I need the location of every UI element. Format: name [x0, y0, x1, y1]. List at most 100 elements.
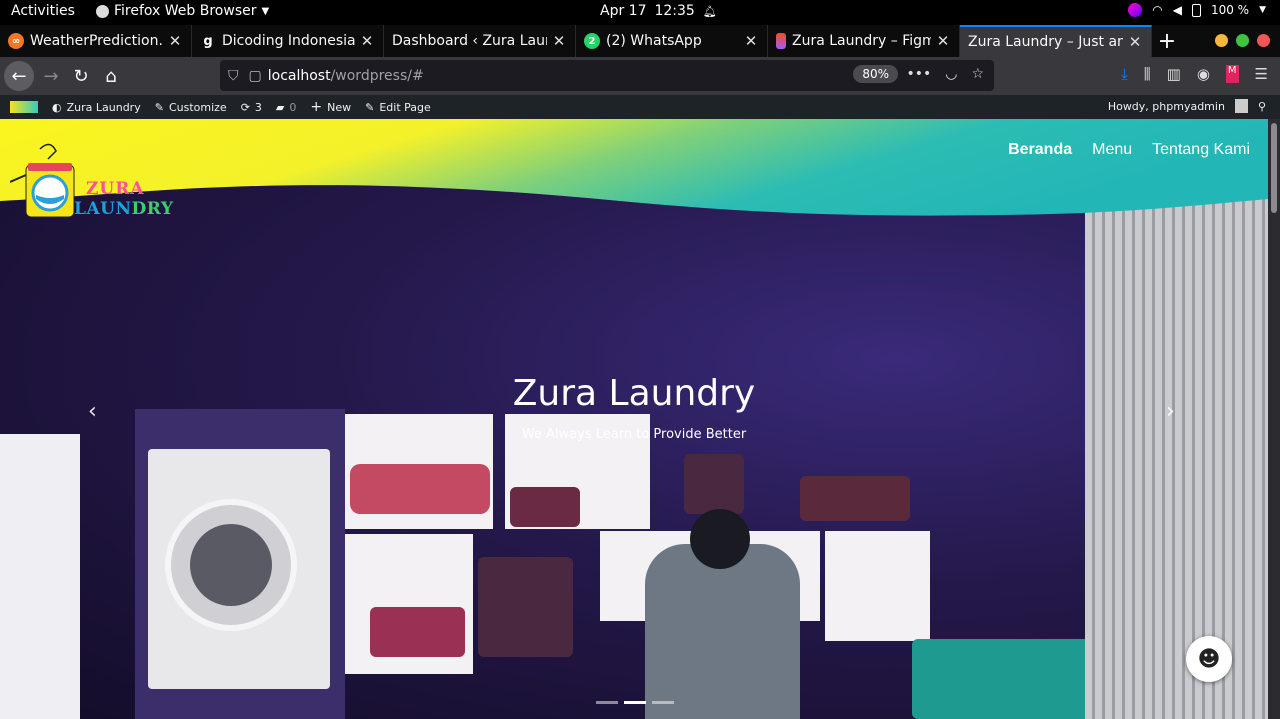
nav-menu[interactable]: Menu: [1092, 141, 1132, 159]
url-bar[interactable]: ⛉ ▢ localhost/wordpress/# 80% ••• ◡ ☆: [220, 60, 994, 91]
library-icon[interactable]: ⫼: [1144, 65, 1151, 83]
wp-account[interactable]: Howdy, phpmyadmin ⚲: [1108, 99, 1266, 113]
shield-icon[interactable]: ⛉: [228, 68, 239, 84]
clock-time: 12:35: [654, 3, 695, 19]
tab-strip: ∞ WeatherPrediction.ipy ✕ g Dicoding Ind…: [0, 25, 1280, 57]
updates-icon: ⟳: [240, 100, 250, 114]
carousel-indicator[interactable]: [652, 701, 674, 704]
page-scrollbar[interactable]: [1268, 119, 1280, 719]
battery-level: 100 %: [1210, 3, 1250, 17]
wp-new-label: New: [327, 100, 352, 114]
tab-zura-laundry-active[interactable]: Zura Laundry – Just ano ✕: [960, 25, 1152, 57]
pencil-icon: ✎: [365, 100, 375, 114]
sidebar-icon[interactable]: ▥: [1167, 65, 1181, 83]
wp-updates[interactable]: ⟳ 3: [241, 101, 262, 114]
chatbot-icon: ☻: [1197, 646, 1221, 672]
comment-icon: ▰: [275, 100, 285, 114]
activities-button[interactable]: Activities: [11, 3, 75, 19]
search-icon[interactable]: ⚲: [1258, 100, 1266, 113]
site-logo-icon: [10, 101, 38, 113]
close-icon[interactable]: ✕: [167, 32, 183, 50]
close-icon[interactable]: ✕: [1127, 33, 1143, 51]
app-menu[interactable]: Firefox Web Browser ▼: [96, 3, 269, 19]
dicoding-icon: g: [203, 33, 213, 49]
carousel-indicator-active[interactable]: [624, 701, 646, 704]
color-picker-icon[interactable]: [1128, 3, 1143, 17]
system-top-bar: Activities Firefox Web Browser ▼ Apr 17 …: [0, 0, 1280, 25]
url-host: localhost: [267, 67, 331, 84]
wp-updates-count: 3: [254, 100, 262, 114]
wp-site-name-label: Zura Laundry: [66, 100, 141, 114]
chevron-down-icon: ▼: [261, 5, 270, 17]
system-tray[interactable]: ◠ ◀ 100 % ▼: [1128, 3, 1266, 17]
figma-icon: [776, 33, 786, 49]
tab-title: WeatherPrediction.ipy: [30, 33, 163, 49]
back-button[interactable]: ←: [4, 61, 34, 91]
wp-customize[interactable]: ✎ Customize: [155, 101, 227, 114]
whatsapp-icon: 2: [584, 33, 600, 49]
tab-dicoding[interactable]: g Dicoding Indonesia ✕: [192, 25, 384, 57]
brand-dry: DRY: [131, 199, 174, 219]
nav-tentang-kami[interactable]: Tentang Kami: [1152, 141, 1250, 159]
tab-weatherprediction[interactable]: ∞ WeatherPrediction.ipy ✕: [0, 25, 192, 57]
app-menu-label: Firefox Web Browser: [114, 3, 257, 19]
zoom-level[interactable]: 80%: [853, 65, 898, 83]
wp-comments-count: 0: [289, 100, 297, 114]
brand-laun: LAUN: [74, 199, 132, 219]
webpage: ZURA LAUNDRY Beranda Menu Tentang Kami Z…: [0, 119, 1280, 719]
scrollbar-thumb[interactable]: [1271, 123, 1277, 213]
close-window-button[interactable]: [1257, 34, 1270, 47]
reload-button[interactable]: ↻: [66, 61, 96, 91]
brand-name-top: ZURA: [86, 179, 145, 199]
header-wave: [0, 119, 1268, 216]
volume-icon: ◀: [1172, 3, 1182, 17]
tab-title: (2) WhatsApp: [606, 33, 702, 49]
forward-button[interactable]: →: [36, 61, 66, 91]
tab-dashboard[interactable]: Dashboard ‹ Zura Laund ✕: [384, 25, 576, 57]
url-path: /wordpress/#: [330, 67, 424, 84]
wp-edit-label: Edit Page: [379, 100, 431, 114]
menu-icon[interactable]: ☰: [1255, 65, 1268, 83]
chat-widget-button[interactable]: ☻: [1186, 636, 1232, 682]
more-actions-icon[interactable]: •••: [906, 66, 931, 82]
plus-icon: +: [310, 99, 323, 115]
navigation-toolbar: ← → ↻ ⌂ ⛉ ▢ localhost/wordpress/# 80% ••…: [0, 57, 1280, 95]
tab-whatsapp[interactable]: 2 (2) WhatsApp ✕: [576, 25, 768, 57]
carousel-indicator[interactable]: [596, 701, 618, 704]
jupyter-icon: ∞: [8, 33, 24, 49]
close-icon[interactable]: ✕: [359, 32, 375, 50]
extension-icon[interactable]: M: [1225, 65, 1239, 83]
minimize-button[interactable]: [1215, 34, 1228, 47]
chevron-down-icon: ▼: [1259, 5, 1266, 15]
main-nav: Beranda Menu Tentang Kami: [1008, 141, 1250, 159]
bookmark-star-icon[interactable]: ☆: [971, 66, 984, 82]
pocket-icon[interactable]: ◡: [945, 66, 957, 82]
wp-new[interactable]: + New: [310, 99, 351, 115]
tab-title: Zura Laundry – Just ano: [968, 34, 1123, 50]
download-icon[interactable]: ⤓: [1121, 65, 1128, 83]
avatar: [1234, 99, 1248, 113]
wp-site-logo[interactable]: [10, 101, 38, 113]
wp-howdy: Howdy, phpmyadmin: [1107, 99, 1225, 113]
close-icon[interactable]: ✕: [743, 32, 759, 50]
account-icon[interactable]: ◉: [1197, 65, 1210, 83]
toolbar-right: ⤓ ⫼ ▥ ◉ M ☰: [1121, 65, 1268, 83]
page-icon: ▢: [248, 67, 262, 84]
wp-edit-page[interactable]: ✎ Edit Page: [365, 101, 431, 114]
nav-beranda[interactable]: Beranda: [1008, 141, 1072, 159]
hero-title: Zura Laundry: [512, 373, 756, 414]
hero-subtitle: We Always Learn to Provide Better: [521, 427, 747, 442]
close-icon[interactable]: ✕: [935, 32, 951, 50]
close-icon[interactable]: ✕: [551, 32, 567, 50]
carousel-next-icon[interactable]: ›: [1166, 399, 1175, 424]
wp-site-name[interactable]: ◐ Zura Laundry: [52, 101, 141, 114]
brand-name-bottom: LAUNDRY: [74, 199, 174, 219]
new-tab-button[interactable]: +: [1152, 25, 1182, 57]
clock[interactable]: Apr 17 12:35 🔔︎: [600, 3, 717, 19]
home-button[interactable]: ⌂: [96, 61, 126, 91]
firefox-icon: [96, 4, 109, 18]
carousel-prev-icon[interactable]: ‹: [88, 399, 97, 424]
tab-figma[interactable]: Zura Laundry – Figm ✕: [768, 25, 960, 57]
maximize-button[interactable]: [1236, 34, 1249, 47]
wp-comments[interactable]: ▰ 0: [276, 101, 296, 114]
